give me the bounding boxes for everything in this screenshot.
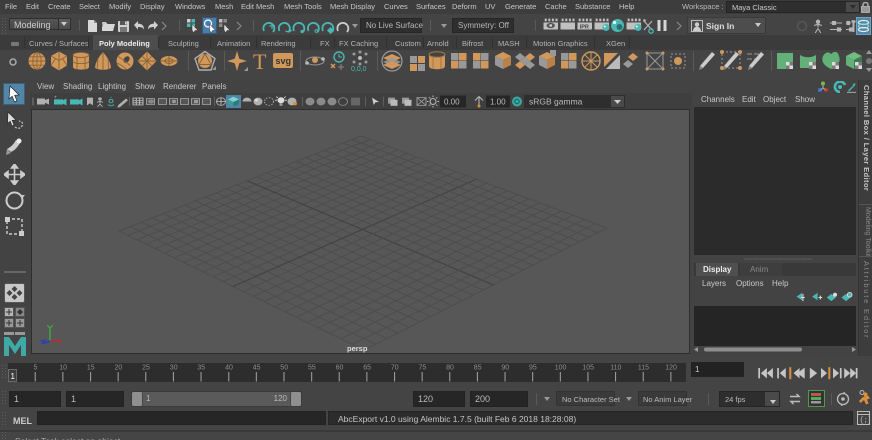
- svg-text:5: 5: [34, 365, 38, 372]
- svg-text:T: T: [253, 49, 267, 74]
- svg-text:0.00: 0.00: [444, 98, 460, 107]
- svg-text:110: 110: [610, 365, 621, 372]
- svg-text:IPR: IPR: [580, 25, 589, 31]
- svg-text:15: 15: [87, 365, 95, 372]
- svg-text:45: 45: [253, 365, 261, 372]
- svg-text:60: 60: [336, 365, 344, 372]
- svg-text:35: 35: [197, 365, 205, 372]
- svg-text:30: 30: [170, 365, 178, 372]
- svg-text:85: 85: [474, 365, 482, 372]
- svg-text:0,0,0: 0,0,0: [351, 66, 367, 73]
- svg-text:65: 65: [363, 365, 371, 372]
- svg-text:80: 80: [446, 365, 454, 372]
- svg-text:55: 55: [308, 365, 316, 372]
- svg-text:50: 50: [280, 365, 288, 372]
- svg-text:75: 75: [419, 365, 427, 372]
- svg-text:120: 120: [665, 365, 677, 372]
- svg-text:sRGB gamma: sRGB gamma: [529, 97, 583, 107]
- svg-text:svg: svg: [276, 56, 292, 66]
- svg-text:95: 95: [529, 365, 537, 372]
- svg-text:115: 115: [638, 365, 649, 372]
- svg-text:10: 10: [59, 365, 67, 372]
- svg-text:40: 40: [225, 365, 233, 372]
- svg-text:70: 70: [391, 365, 399, 372]
- svg-text:105: 105: [582, 365, 594, 372]
- svg-text:{;}: {;}: [860, 417, 871, 425]
- svg-text:100: 100: [555, 365, 567, 372]
- svg-text:1: 1: [11, 372, 16, 381]
- svg-text:25: 25: [142, 365, 150, 372]
- svg-text:90: 90: [501, 365, 509, 372]
- svg-text:+: +: [54, 95, 57, 100]
- svg-text:1.00: 1.00: [490, 98, 506, 107]
- svg-text:20: 20: [115, 365, 123, 372]
